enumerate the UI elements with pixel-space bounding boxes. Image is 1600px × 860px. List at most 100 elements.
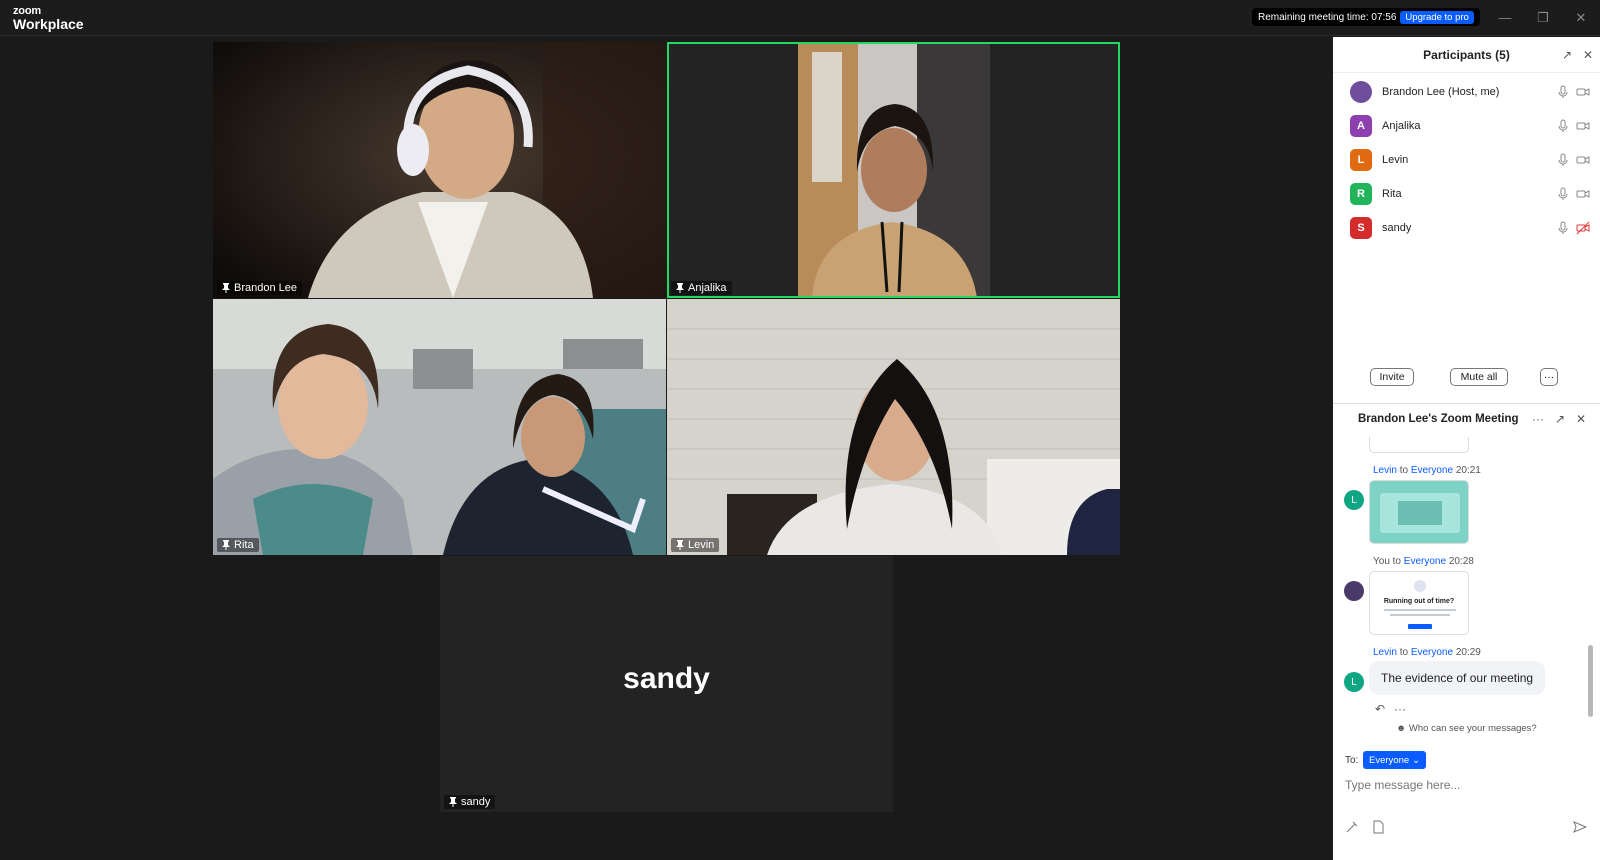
avatar: R [1350,183,1372,205]
logo-bottom: Workplace [13,16,84,32]
participant-row[interactable]: A Anjalika [1350,114,1590,138]
to-word: to [1399,647,1409,658]
title-bar: zoom Workplace Remaining meeting time: 0… [0,0,1600,36]
message-time: 20:29 [1455,647,1481,658]
participant-row[interactable]: L Levin [1350,148,1590,172]
meeting-timer: Remaining meeting time: 07:56 Upgrade to… [1252,8,1480,26]
pop-out-icon[interactable]: ↗ [1553,412,1567,426]
file-icon[interactable] [1371,820,1385,834]
video-tile-levin[interactable]: Levin [667,299,1120,555]
chat-scrollbar[interactable] [1588,645,1593,717]
tile-name: Brandon Lee [234,282,297,294]
avatar: S [1350,217,1372,239]
participant-name: Brandon Lee (Host, me) [1382,86,1500,98]
image-thumbnail[interactable] [1369,480,1469,544]
message-input[interactable] [1345,775,1585,795]
camera-icon[interactable] [1576,85,1590,99]
message-time: 20:28 [1448,556,1474,567]
avatar: A [1350,115,1372,137]
who-can-see-link[interactable]: ☻ Who can see your messages? [1333,723,1600,734]
minimize-icon[interactable]: — [1496,9,1514,27]
image-preview [1380,493,1460,533]
tile-name: Levin [688,539,715,551]
pin-icon [676,283,684,293]
side-panel: Participants (5) ↗ ✕ Brandon Lee (Host, … [1333,37,1600,860]
microphone-icon[interactable] [1556,153,1570,167]
pin-icon [676,540,684,550]
close-window-icon[interactable]: ✕ [1572,9,1590,27]
camera-icon[interactable] [1576,153,1590,167]
tile-name: sandy [461,796,491,808]
participant-row[interactable]: R Rita [1350,182,1590,206]
avatar: L [1344,490,1364,510]
pin-icon [449,797,457,807]
tile-name: Anjalika [688,282,727,294]
image-thumbnail[interactable]: Running out of time? [1369,571,1469,635]
message-sender: Levin to Everyone 20:21 [1373,465,1481,476]
pin-icon [222,283,230,293]
participant-name: Anjalika [1382,120,1421,132]
message-bubble[interactable]: The evidence of our meeting [1369,661,1546,695]
video-tile-brandon[interactable]: Brandon Lee [213,42,666,298]
timer-label: Remaining meeting time: 07:56 [1258,11,1397,23]
message-sender: You to Everyone 20:28 [1373,556,1474,567]
video-feed [213,42,666,298]
recipient-name: Everyone [1410,465,1454,476]
previous-image-thumbnail[interactable] [1369,437,1469,453]
recipient-name: Everyone [1403,556,1447,567]
video-feed [213,299,666,555]
send-icon[interactable] [1573,820,1587,834]
camera-icon[interactable] [1576,187,1590,201]
participant-name: Rita [1382,188,1402,200]
chat-header: Brandon Lee's Zoom Meeting ··· ↗ ✕ [1333,403,1600,435]
sender-name: Levin [1373,647,1397,658]
pop-out-icon[interactable]: ↗ [1560,48,1574,62]
camera-icon[interactable] [1576,119,1590,133]
avatar [1344,581,1364,601]
to-label: To: [1345,755,1359,766]
microphone-icon[interactable] [1556,85,1570,99]
sender-name: You [1373,556,1390,567]
tile-label: sandy [444,795,496,809]
video-tile-anjalika[interactable]: Anjalika [667,42,1120,298]
who-can-see-label: Who can see your messages? [1408,723,1537,734]
reply-icon[interactable]: ↶ [1373,702,1387,716]
camera-off-icon[interactable] [1576,221,1590,235]
tile-label: Rita [217,538,259,552]
video-off-name: sandy [623,662,710,695]
format-text-icon[interactable] [1345,820,1359,834]
avatar: L [1344,672,1364,692]
to-word: to [1399,465,1409,476]
close-icon[interactable]: ✕ [1581,48,1595,62]
message-more-icon[interactable]: ··· [1393,702,1407,716]
tile-label: Levin [671,538,720,552]
more-button[interactable]: ··· [1540,368,1558,386]
more-options-icon[interactable]: ··· [1531,412,1545,426]
microphone-icon[interactable] [1556,187,1570,201]
video-feed [667,299,1120,555]
avatar: L [1350,149,1372,171]
invite-button[interactable]: Invite [1370,368,1414,386]
microphone-icon[interactable] [1556,221,1570,235]
upgrade-button[interactable]: Upgrade to pro [1400,10,1474,24]
participants-header: Participants (5) ↗ ✕ [1333,37,1600,73]
zoom-logo: zoom Workplace [13,6,84,32]
person-icon: ☻ [1396,723,1407,734]
recipient-dropdown[interactable]: Everyone ⌄ [1363,751,1427,769]
tile-label: Anjalika [671,281,732,295]
restore-icon[interactable]: ❐ [1534,9,1552,27]
participant-row[interactable]: Brandon Lee (Host, me) [1350,80,1590,104]
microphone-icon[interactable] [1556,119,1570,133]
close-icon[interactable]: ✕ [1574,412,1588,426]
message-time: 20:21 [1455,465,1481,476]
video-tile-rita[interactable]: Rita [213,299,666,555]
tile-name: Rita [234,539,254,551]
participant-row[interactable]: S sandy [1350,216,1590,240]
image-caption: Running out of time? [1383,598,1455,605]
mute-all-button[interactable]: Mute all [1450,368,1508,386]
sender-name: Levin [1373,465,1397,476]
recipient-value: Everyone [1369,754,1410,766]
video-tile-sandy[interactable]: sandy sandy [440,556,893,812]
chevron-down-icon: ⌄ [1412,754,1421,766]
video-feed [667,42,1120,298]
